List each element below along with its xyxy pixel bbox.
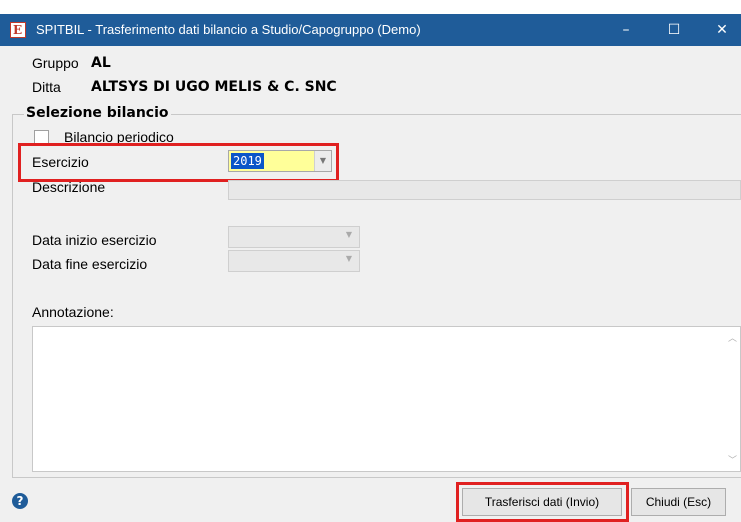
- data-fine-label: Data fine esercizio: [32, 256, 148, 272]
- selezione-panel: Selezione bilancio Bilancio periodico Es…: [0, 98, 741, 478]
- descrizione-field[interactable]: [228, 180, 741, 200]
- close-button[interactable]: Chiudi (Esc): [631, 488, 726, 516]
- annotazione-label: Annotazione:: [32, 304, 114, 320]
- data-inizio-field[interactable]: ▼: [228, 226, 360, 248]
- textarea-scrollbar[interactable]: ︿ ﹀: [726, 327, 740, 471]
- highlight-esercizio: [18, 143, 339, 182]
- minimize-icon[interactable]: –: [603, 14, 649, 46]
- chevron-down-icon[interactable]: ▼: [341, 230, 357, 239]
- group-title: Selezione bilancio: [24, 104, 171, 122]
- close-icon[interactable]: ✕: [699, 14, 741, 46]
- gruppo-label: Gruppo: [32, 55, 79, 71]
- scroll-down-icon[interactable]: ﹀: [728, 453, 737, 466]
- data-fine-field[interactable]: ▼: [228, 250, 360, 272]
- title-bar[interactable]: E SPITBIL - Trasferimento dati bilancio …: [0, 14, 741, 46]
- ditta-value: ALTSYS DI UGO MELIS & C. SNC: [91, 79, 337, 95]
- header-panel: Gruppo AL Ditta ALTSYS DI UGO MELIS & C.…: [0, 46, 741, 99]
- highlight-transfer: [456, 482, 629, 522]
- window-title: SPITBIL - Trasferimento dati bilancio a …: [36, 22, 421, 37]
- scroll-up-icon[interactable]: ︿: [728, 331, 737, 344]
- descrizione-label: Descrizione: [32, 179, 106, 195]
- annotazione-textarea[interactable]: ︿ ﹀: [32, 326, 741, 472]
- gruppo-value: AL: [91, 55, 111, 71]
- app-icon: E: [10, 22, 26, 38]
- data-inizio-label: Data inizio esercizio: [32, 232, 157, 248]
- maximize-icon[interactable]: ☐: [651, 14, 697, 46]
- footer-bar: ? Trasferisci dati (Invio) Chiudi (Esc): [0, 478, 741, 522]
- chevron-down-icon[interactable]: ▼: [341, 254, 357, 263]
- help-icon[interactable]: ?: [12, 493, 28, 509]
- ditta-label: Ditta: [32, 79, 61, 95]
